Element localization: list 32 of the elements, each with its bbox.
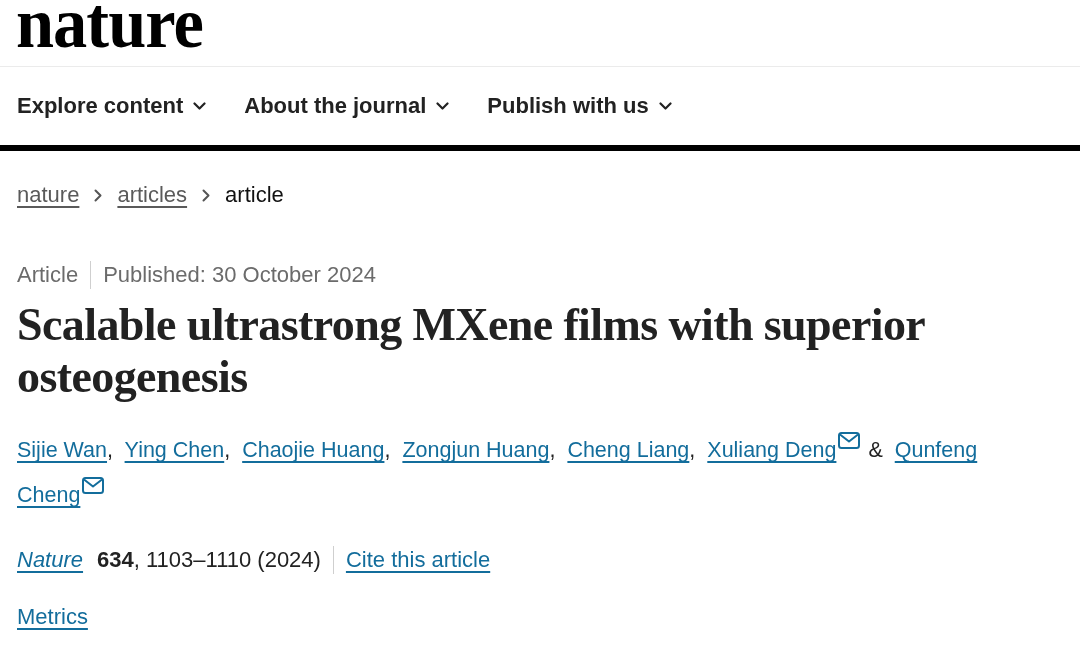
nav-menu-button[interactable]: Publish with us [487,93,672,119]
author-link[interactable]: Zongjun Huang [402,438,550,462]
nav-menu-button[interactable]: About the journal [244,93,450,119]
cite-article-link[interactable]: Cite this article [345,547,491,573]
breadcrumb-current: article [225,182,284,208]
author-link[interactable]: Xuliang Deng [707,438,837,462]
separator-text: , [689,438,696,462]
chevron-right-icon [202,188,211,202]
volume-pages-text: 634, 1103–1110 (2024) [97,547,321,573]
author-link[interactable]: Cheng Liang [567,438,690,462]
chevron-right-icon [94,188,103,202]
author-link[interactable]: Qunfeng [894,438,978,462]
published-date: Published: 30 October 2024 [103,262,376,288]
nature-logo[interactable]: nature [16,0,203,49]
article-type: Article [17,262,79,288]
author-link[interactable]: Chaojie Huang [242,438,385,462]
metrics-link[interactable]: Metrics [17,604,88,630]
separator-text: , [224,438,231,462]
envelope-icon[interactable] [82,477,105,494]
breadcrumb-link[interactable]: nature [17,182,80,208]
author-link[interactable]: Sijie Wan [17,438,107,462]
separator-text: , [107,438,113,462]
separator-text: , [384,438,391,462]
separator-text: & [868,438,883,462]
article-title: Scalable ultrastrong MXene films with superior osteogenesis [17,299,926,403]
envelope-icon[interactable] [838,432,861,449]
separator-text: , [549,438,556,462]
breadcrumb-link[interactable]: articles [117,182,188,208]
author-link[interactable]: Cheng [17,483,81,507]
journal-link[interactable]: Nature [17,547,84,573]
nav-menu-button[interactable]: Explore content [17,93,207,119]
author-link[interactable]: Ying Chen [124,438,225,462]
